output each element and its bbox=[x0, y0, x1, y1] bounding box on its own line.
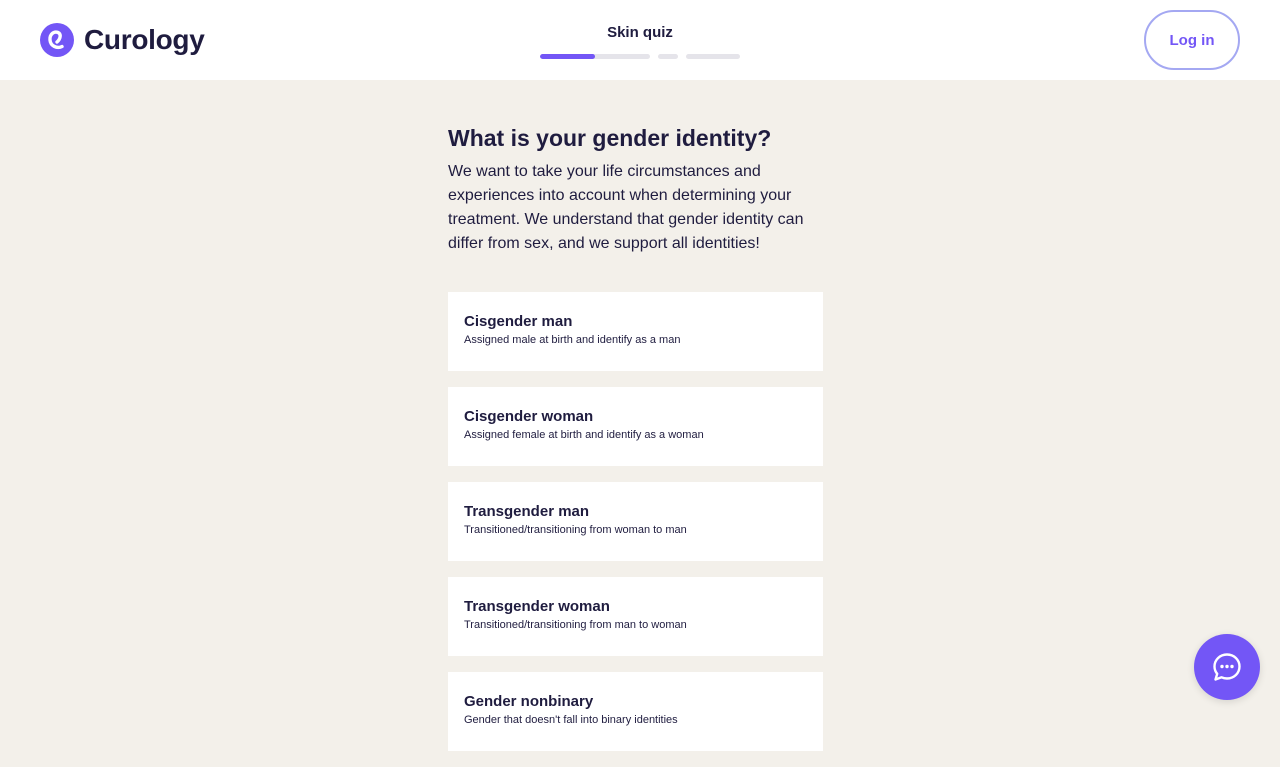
option-subtitle: Assigned male at birth and identify as a… bbox=[464, 334, 681, 346]
option-title: Transgender woman bbox=[464, 598, 610, 615]
curology-logo-icon bbox=[40, 23, 74, 57]
option-subtitle: Transitioned/transitioning from man to w… bbox=[464, 619, 687, 631]
option-gender-nonbinary[interactable]: Gender nonbinary Gender that doesn't fal… bbox=[448, 672, 823, 751]
login-button[interactable]: Log in bbox=[1144, 10, 1240, 70]
progress-segment-3 bbox=[686, 54, 740, 59]
option-title: Cisgender man bbox=[464, 313, 573, 330]
option-title: Cisgender woman bbox=[464, 408, 594, 425]
quiz-question-panel: What is your gender identity? We want to… bbox=[448, 120, 823, 767]
chat-button[interactable] bbox=[1194, 634, 1260, 700]
progress-bar bbox=[540, 54, 740, 60]
option-transgender-woman[interactable]: Transgender woman Transitioned/transitio… bbox=[448, 577, 823, 656]
option-title: Gender nonbinary bbox=[464, 693, 594, 710]
option-cisgender-man[interactable]: Cisgender man Assigned male at birth and… bbox=[448, 292, 823, 371]
answer-options: Cisgender man Assigned male at birth and… bbox=[448, 292, 823, 751]
question-title: What is your gender identity? bbox=[448, 125, 772, 151]
option-title: Transgender man bbox=[464, 503, 590, 520]
option-subtitle: Assigned female at birth and identify as… bbox=[464, 429, 704, 441]
brand-name: Curology bbox=[84, 24, 205, 55]
option-subtitle: Gender that doesn't fall into binary ide… bbox=[464, 714, 678, 726]
site-header: Curology Skin quiz Log in bbox=[0, 0, 1280, 80]
progress-segment-2 bbox=[658, 54, 678, 59]
option-transgender-man[interactable]: Transgender man Transitioned/transitioni… bbox=[448, 482, 823, 561]
question-description: We want to take your life circumstances … bbox=[448, 163, 804, 252]
quiz-progress: Skin quiz bbox=[540, 24, 740, 60]
option-subtitle: Transitioned/transitioning from woman to… bbox=[464, 524, 687, 536]
chat-bubble-icon bbox=[1213, 653, 1241, 681]
curology-logo[interactable]: Curology bbox=[40, 23, 205, 57]
progress-segment-1 bbox=[540, 54, 650, 59]
option-cisgender-woman[interactable]: Cisgender woman Assigned female at birth… bbox=[448, 387, 823, 466]
quiz-title: Skin quiz bbox=[607, 24, 673, 41]
